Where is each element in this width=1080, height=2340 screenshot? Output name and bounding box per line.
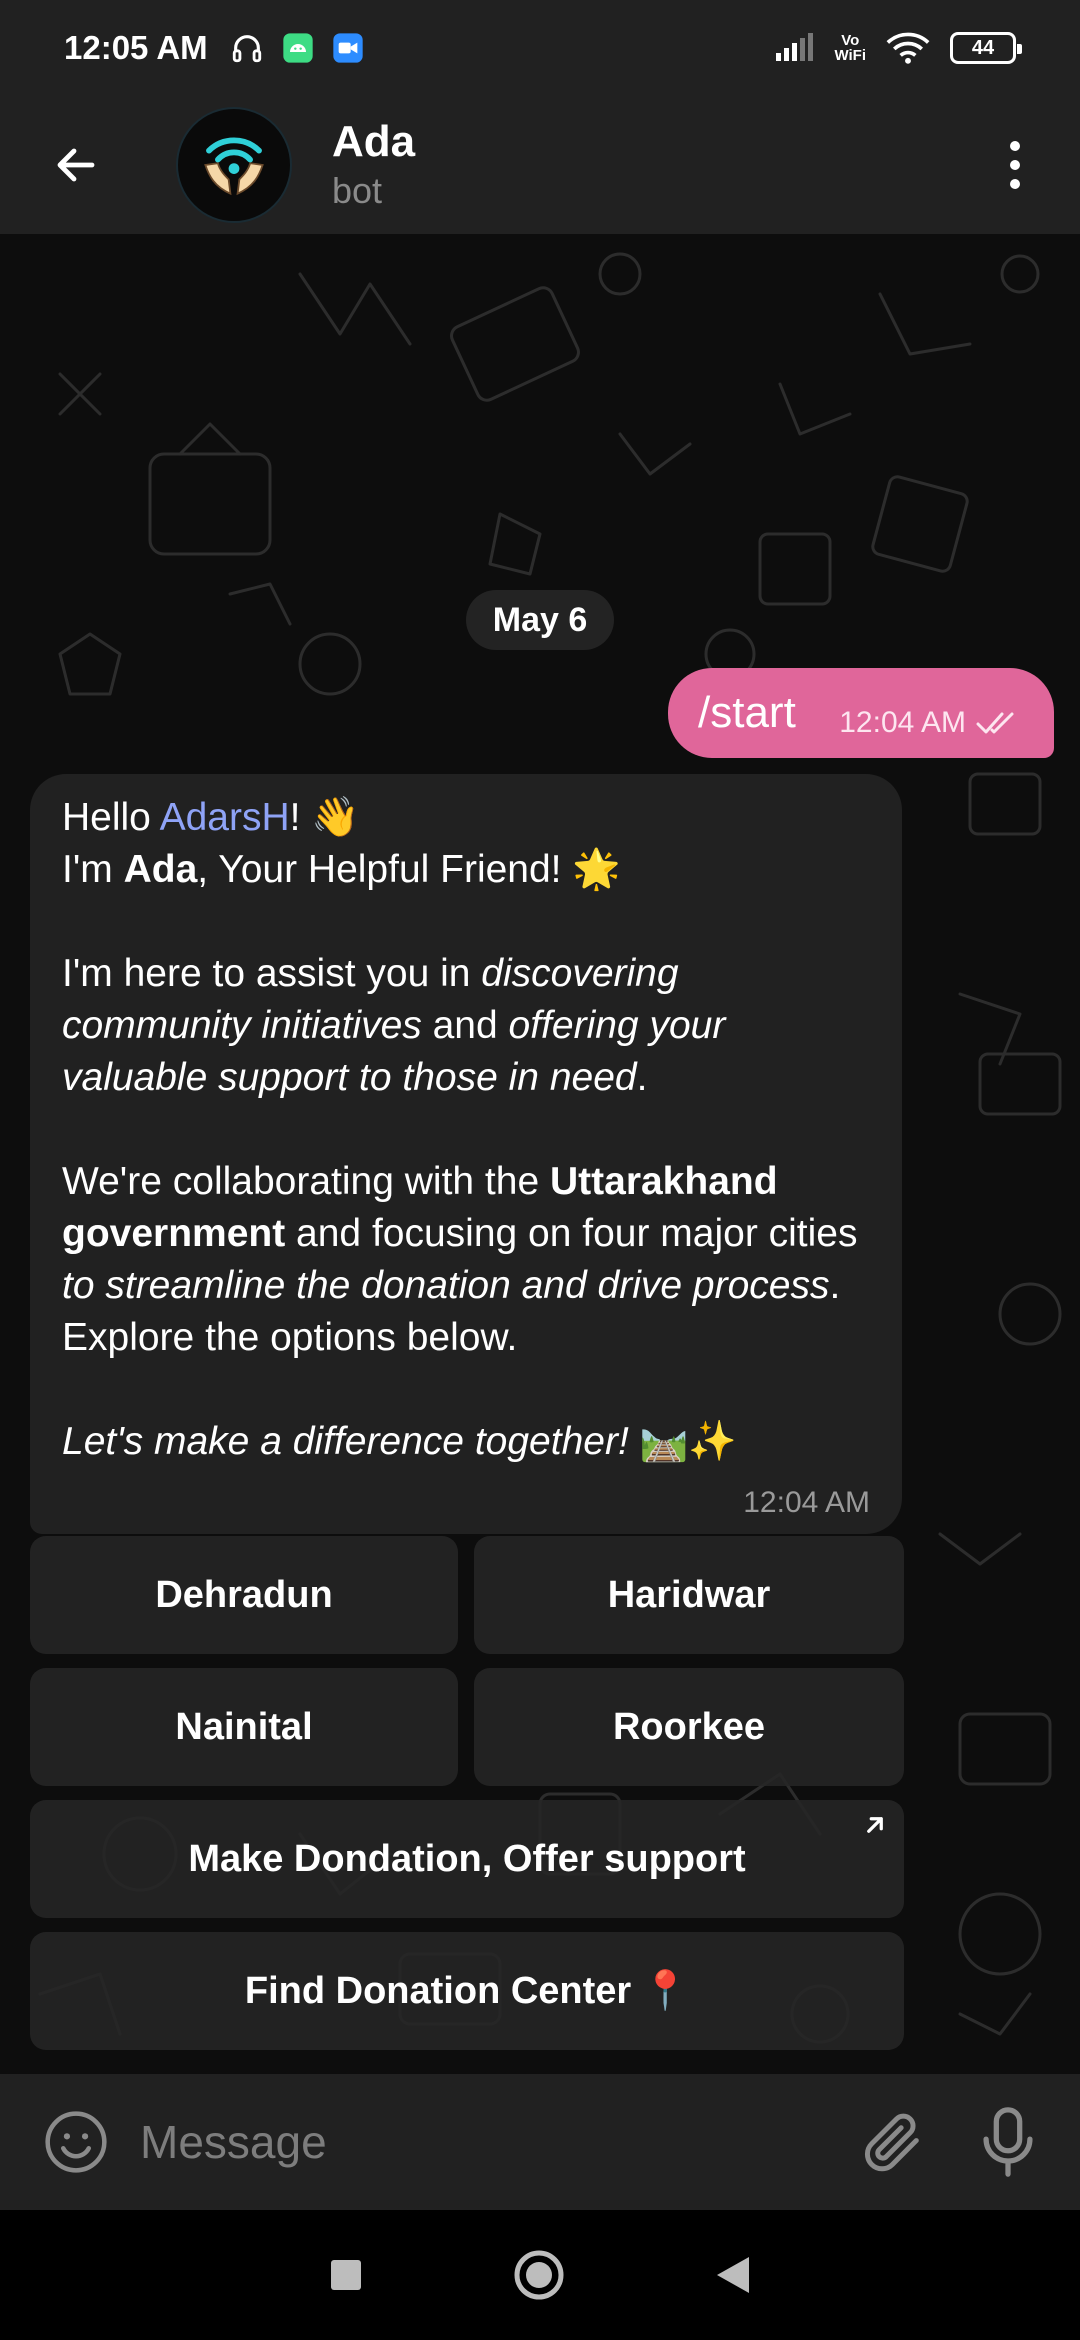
message-text: Hello AdarsH! 👋 I'm Ada, Your Helpful Fr… — [62, 796, 858, 1463]
system-icons: Vo WiFi 44 — [774, 31, 1022, 65]
vowifi-indicator: Vo WiFi — [834, 32, 866, 64]
more-options-button[interactable] — [990, 125, 1040, 205]
user-mention-link[interactable]: AdarsH — [160, 796, 290, 839]
message-text: /start — [698, 688, 796, 737]
chat-title-block[interactable]: Ada bot — [332, 116, 415, 214]
roorkee-button[interactable]: Roorkee — [474, 1668, 904, 1786]
system-navigation-bar — [0, 2210, 1080, 2340]
recents-square-icon[interactable] — [329, 2258, 363, 2292]
chat-subtitle: bot — [332, 170, 383, 211]
back-button[interactable] — [38, 127, 114, 203]
message-input-bar — [0, 2074, 1080, 2210]
incoming-message[interactable]: Hello AdarsH! 👋 I'm Ada, Your Helpful Fr… — [30, 774, 902, 1534]
dehradun-button[interactable]: Dehradun — [30, 1536, 458, 1654]
double-check-icon — [976, 712, 1014, 734]
chat-title: Ada — [332, 117, 416, 166]
battery-indicator: 44 — [950, 32, 1022, 64]
avatar[interactable] — [176, 107, 292, 223]
message-time: 12:04 AM — [743, 1486, 870, 1519]
headphones-icon — [232, 35, 261, 63]
home-circle-icon[interactable] — [513, 2249, 565, 2301]
helping-hands-wifi-icon — [204, 137, 264, 196]
chat-area[interactable]: May 6 /start 12:04 AM Hello AdarsH! 👋 I'… — [0, 234, 1080, 2074]
back-triangle-icon[interactable] — [715, 2255, 751, 2295]
signal-icon — [776, 33, 814, 61]
find-donation-center-button[interactable]: Find Donation Center 📍 — [30, 1932, 904, 2050]
date-separator: May 6 — [466, 590, 614, 650]
haridwar-button[interactable]: Haridwar — [474, 1536, 904, 1654]
arrow-left-icon — [57, 148, 95, 182]
notification-icons — [230, 31, 364, 65]
paperclip-icon[interactable] — [858, 2107, 928, 2177]
message-meta: 12:04 AM — [839, 706, 1020, 740]
make-donation-button[interactable]: Make Dondation, Offer support — [30, 1800, 904, 1918]
more-vertical-icon — [1010, 141, 1020, 151]
video-app-icon — [333, 33, 363, 63]
status-time: 12:05 AM — [64, 29, 208, 66]
chat-header: Ada bot — [0, 96, 1080, 234]
emoji-icon[interactable] — [42, 2108, 110, 2176]
nainital-button[interactable]: Nainital — [30, 1668, 458, 1786]
microphone-icon[interactable] — [978, 2104, 1038, 2180]
make-donation-label: Make Dondation, Offer support — [188, 1837, 746, 1880]
android-app-icon — [283, 33, 313, 63]
wifi-icon — [886, 32, 930, 64]
message-input[interactable] — [140, 2115, 858, 2169]
external-link-arrow-icon — [867, 1817, 883, 1833]
message-time: 12:04 AM — [839, 706, 966, 739]
status-bar: 12:05 AM Vo WiFi 44 — [0, 0, 1080, 96]
outgoing-message[interactable]: /start 12:04 AM — [668, 668, 1054, 758]
